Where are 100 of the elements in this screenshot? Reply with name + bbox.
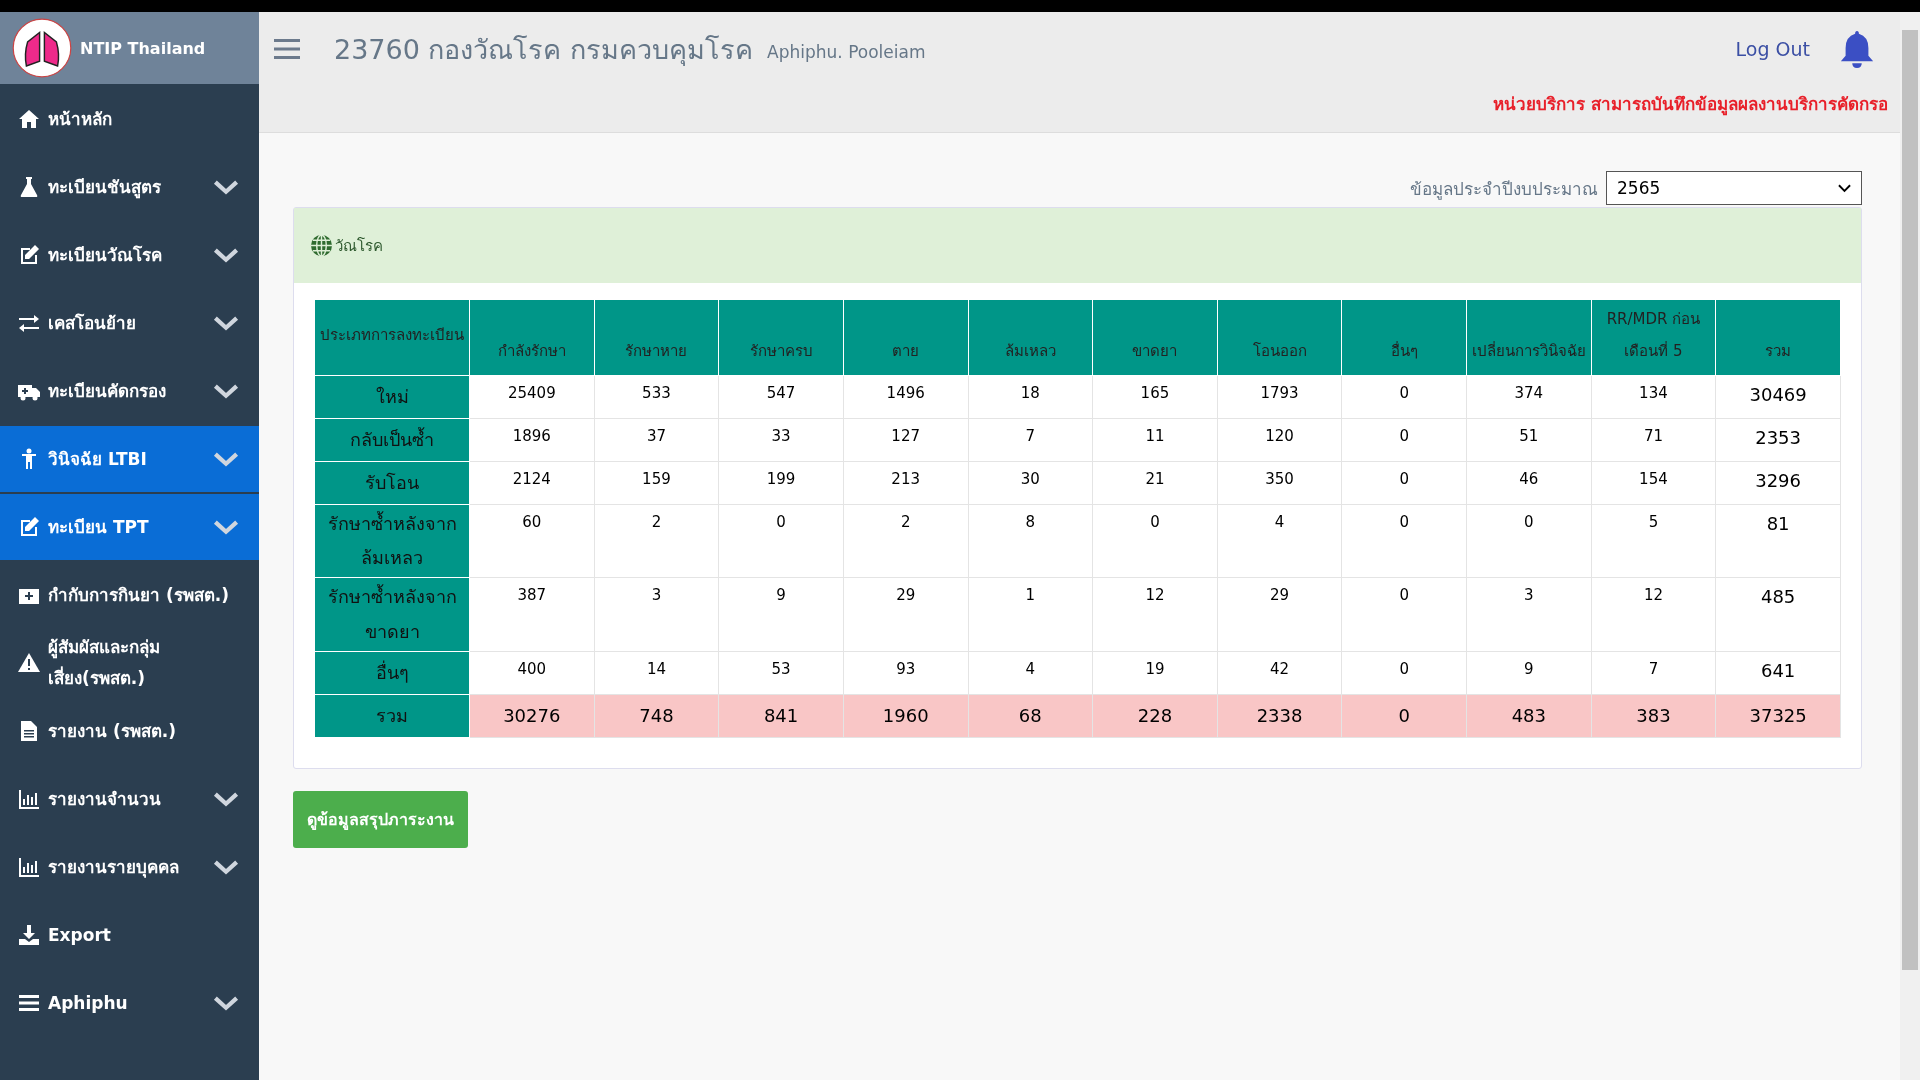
- table-cell: 12: [1591, 577, 1716, 652]
- sidebar-item[interactable]: รายงานรายบุคคล: [0, 834, 259, 900]
- column-header: รักษาหาย: [594, 299, 719, 376]
- table-cell: 0: [1341, 504, 1467, 578]
- table-cell: 0: [1341, 651, 1467, 695]
- table-cell: 120: [1217, 418, 1342, 462]
- table-cell: 1496: [843, 375, 968, 419]
- notice-text: หน่วยบริการ สามารถบันทึกข้อมูลผลงานบริการคัดกรอ: [1492, 93, 1888, 117]
- table-cell: 841: [718, 694, 844, 738]
- table-cell: 199: [718, 461, 844, 505]
- table-cell: 0: [1341, 694, 1467, 738]
- table-cell: 7: [968, 418, 1093, 462]
- table-cell: 7: [1591, 651, 1716, 695]
- chevron-down-icon: [213, 178, 239, 196]
- column-header: RR/MDR ก่อนเดือนที่ 5: [1591, 299, 1716, 376]
- page-title: 23760 กองวัณโรค กรมควบคุมโรค: [334, 32, 754, 68]
- table-cell: 374: [1466, 375, 1592, 419]
- sidebar-item[interactable]: ผู้สัมผัสและกลุ่มเสี่ยง(รพสต.): [0, 630, 259, 696]
- table-cell: 25409: [469, 375, 595, 419]
- table-cell: 400: [469, 651, 595, 695]
- row-header: รับโอน: [314, 461, 470, 505]
- row-header: ใหม่: [314, 375, 470, 419]
- table-cell: 29: [843, 577, 968, 652]
- chevron-down-icon: [213, 246, 239, 264]
- row-header: รักษาซ้ำหลังจากขาดยา: [314, 577, 470, 652]
- table-cell: 1896: [469, 418, 595, 462]
- row-header: รักษาซ้ำหลังจากล้มเหลว: [314, 504, 470, 578]
- table-cell: 1: [968, 577, 1093, 652]
- brand-name: NTIP Thailand: [80, 38, 206, 58]
- table-cell: 4: [968, 651, 1093, 695]
- menu-icon[interactable]: [274, 38, 300, 60]
- table-cell: 0: [1341, 418, 1467, 462]
- table-cell: 213: [843, 461, 968, 505]
- column-header: ขาดยา: [1092, 299, 1218, 376]
- total-cell: 81: [1715, 504, 1841, 578]
- column-header: ประเภทการลงทะเบียน: [314, 299, 470, 376]
- globe-icon: [310, 234, 333, 257]
- table-cell: 165: [1092, 375, 1218, 419]
- table-cell: 0: [1092, 504, 1218, 578]
- total-cell: 37325: [1715, 694, 1841, 738]
- sidebar-item[interactable]: Export: [0, 902, 259, 968]
- table-cell: 30276: [469, 694, 595, 738]
- chevron-down-icon: [213, 518, 239, 536]
- table-cell: 533: [594, 375, 719, 419]
- table-cell: 8: [968, 504, 1093, 578]
- table-cell: 228: [1092, 694, 1218, 738]
- sidebar-item[interactable]: ทะเบียน TPT: [0, 494, 259, 560]
- table-cell: 2: [594, 504, 719, 578]
- logout-link[interactable]: Log Out: [1735, 38, 1810, 60]
- table-cell: 159: [594, 461, 719, 505]
- table-cell: 18: [968, 375, 1093, 419]
- table-cell: 71: [1591, 418, 1716, 462]
- sidebar-item[interactable]: ทะเบียนชันสูตร: [0, 154, 259, 220]
- column-header: กำลังรักษา: [469, 299, 595, 376]
- table-cell: 5: [1591, 504, 1716, 578]
- table-cell: 127: [843, 418, 968, 462]
- table-cell: 0: [1341, 461, 1467, 505]
- sidebar-item[interactable]: รายงาน (รพสต.): [0, 698, 259, 764]
- row-header: อื่นๆ: [314, 651, 470, 695]
- total-cell: 3296: [1715, 461, 1841, 505]
- table-cell: 748: [594, 694, 719, 738]
- year-select[interactable]: 2565: [1606, 171, 1862, 205]
- download-icon: [16, 923, 42, 947]
- table-cell: 30: [968, 461, 1093, 505]
- table-cell: 383: [1591, 694, 1716, 738]
- table-cell: 0: [718, 504, 844, 578]
- column-header: โอนออก: [1217, 299, 1342, 376]
- user-name: Aphiphu. Pooleiam: [767, 42, 926, 62]
- chevron-down-icon: [213, 858, 239, 876]
- sidebar-item[interactable]: หน้าหลัก: [0, 86, 259, 152]
- table-cell: 1960: [843, 694, 968, 738]
- column-header: รักษาครบ: [718, 299, 844, 376]
- table-cell: 21: [1092, 461, 1218, 505]
- table-cell: 93: [843, 651, 968, 695]
- table-cell: 134: [1591, 375, 1716, 419]
- sidebar-item[interactable]: รายงานจำนวน: [0, 766, 259, 832]
- column-header: เปลี่ยนการวินิจฉัย: [1466, 299, 1592, 376]
- sidebar-item[interactable]: กำกับการกินยา (รพสต.): [0, 562, 259, 628]
- table-cell: 51: [1466, 418, 1592, 462]
- table-cell: 19: [1092, 651, 1218, 695]
- table-cell: 154: [1591, 461, 1716, 505]
- total-cell: 2353: [1715, 418, 1841, 462]
- sidebar-item[interactable]: Aphiphu: [0, 970, 259, 1036]
- table-cell: 2124: [469, 461, 595, 505]
- table-cell: 68: [968, 694, 1093, 738]
- bar-chart-icon: [16, 787, 42, 811]
- total-cell: 641: [1715, 651, 1841, 695]
- table-cell: 0: [1466, 504, 1592, 578]
- table-cell: 1793: [1217, 375, 1342, 419]
- total-cell: 485: [1715, 577, 1841, 652]
- scrollbar[interactable]: [1900, 12, 1920, 1080]
- table-cell: 53: [718, 651, 844, 695]
- chevron-down-icon: [213, 314, 239, 332]
- column-header: รวม: [1715, 299, 1841, 376]
- sidebar-item[interactable]: วินิจฉัย LTBI: [0, 426, 259, 492]
- sidebar-item[interactable]: ทะเบียนวัณโรค: [0, 222, 259, 288]
- sidebar-item[interactable]: เคสโอนย้าย: [0, 290, 259, 356]
- table-cell: 350: [1217, 461, 1342, 505]
- panel-title: วัณโรค: [335, 235, 383, 257]
- sidebar-item[interactable]: ทะเบียนคัดกรอง: [0, 358, 259, 424]
